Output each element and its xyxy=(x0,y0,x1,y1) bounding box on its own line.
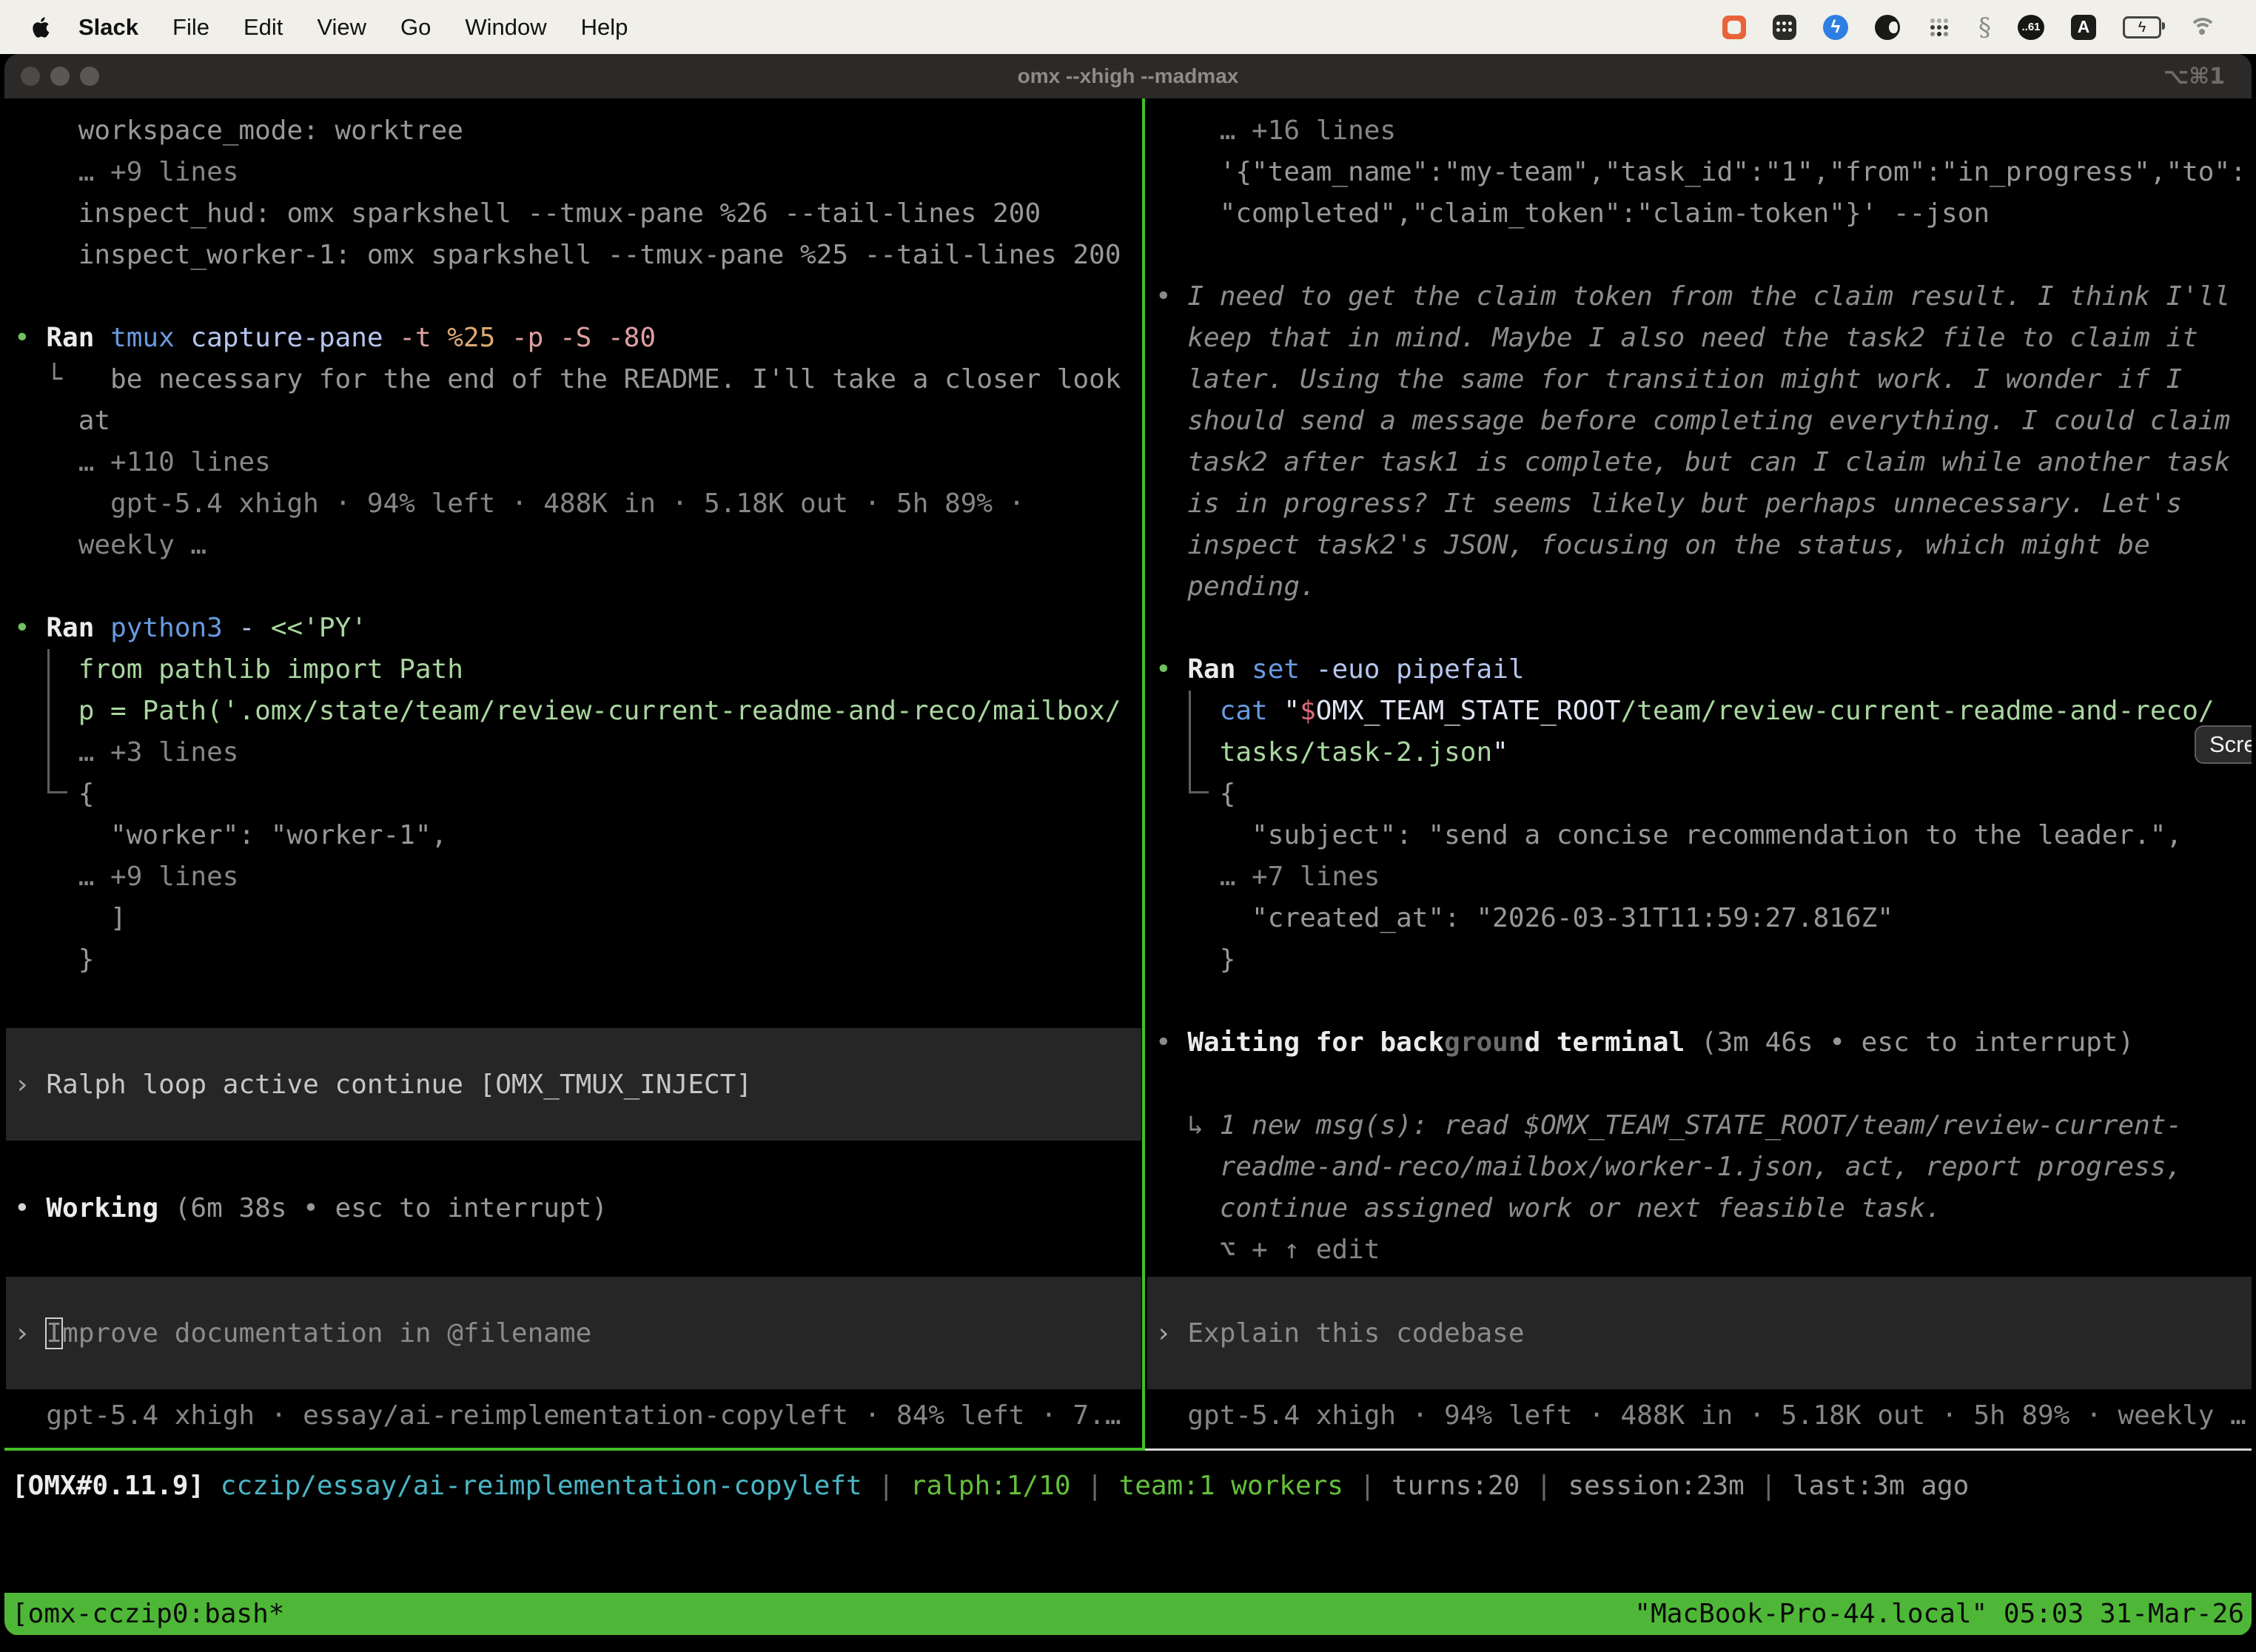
screen-overlay-button[interactable]: Scre xyxy=(2195,725,2252,764)
terminal-line xyxy=(1147,981,2252,1022)
terminal-line: '{"team_name":"my-team","task_id":"1","f… xyxy=(1147,152,2252,193)
percent-badge-icon[interactable]: ..61 xyxy=(2018,15,2044,40)
terminal-line: cat "$OMX_TEAM_STATE_ROOT/team/review-cu… xyxy=(1147,691,2252,732)
assistant-icon[interactable]: A xyxy=(2071,15,2096,40)
terminal-line: "completed","claim_token":"claim-token"}… xyxy=(1147,193,2252,235)
terminal-content: workspace_mode: worktree … +9 lines insp… xyxy=(4,98,2252,1636)
menu-bar: Slack File Edit View Go Window Help ϟ § … xyxy=(0,0,2256,54)
terminal-line: ] xyxy=(6,898,1141,939)
terminal-line: keep that in mind. Maybe I also need the… xyxy=(1147,318,2252,359)
terminal-line: gpt-5.4 xhigh · 94% left · 488K in · 5.1… xyxy=(1147,1395,2252,1437)
ralph-loop-banner: › Ralph loop active continue [OMX_TMUX_I… xyxy=(6,1028,1141,1141)
terminal-line: } xyxy=(6,939,1141,981)
terminal-line: inspect_hud: omx sparkshell --tmux-pane … xyxy=(6,193,1141,235)
terminal-line xyxy=(6,1229,1141,1271)
terminal-line: "created_at": "2026-03-31T11:59:27.816Z" xyxy=(1147,898,2252,939)
menu-item-go[interactable]: Go xyxy=(400,14,431,41)
terminal-line: is in progress? It seems likely but perh… xyxy=(1147,483,2252,525)
apple-menu-icon[interactable] xyxy=(31,16,50,38)
indent-guide xyxy=(47,649,67,793)
tmux-status-bar: [omx-cczip0:bash* "MacBook-Pro-44.local"… xyxy=(4,1593,2252,1635)
terminal-line: ↳ 1 new msg(s): read $OMX_TEAM_STATE_ROO… xyxy=(1147,1105,2252,1146)
terminal-line: later. Using the same for transition mig… xyxy=(1147,359,2252,400)
terminal-line xyxy=(6,276,1141,318)
pane-divider-bottom-right xyxy=(1145,1448,2252,1451)
squiggle-icon[interactable]: § xyxy=(1978,14,1991,41)
terminal-line: inspect_worker-1: omx sparkshell --tmux-… xyxy=(6,235,1141,276)
window-title-bar[interactable]: omx --xhigh --madmax ⌥⌘1 xyxy=(4,54,2252,98)
terminal-line: … +16 lines xyxy=(1147,110,2252,152)
menu-item-edit[interactable]: Edit xyxy=(244,14,283,41)
terminal-line: at xyxy=(6,400,1141,442)
keypad-icon[interactable] xyxy=(1773,14,1796,41)
moon-focus-icon[interactable] xyxy=(1875,14,1900,41)
pane-divider-vertical[interactable] xyxy=(1142,98,1145,1451)
terminal-line: … +110 lines xyxy=(6,442,1141,483)
terminal-line: … +7 lines xyxy=(1147,856,2252,898)
terminal-line xyxy=(6,1146,1141,1188)
terminal-line: } xyxy=(1147,939,2252,981)
menu-item-window[interactable]: Window xyxy=(465,14,546,41)
terminal-line: ⌥ + ↑ edit xyxy=(1147,1229,2252,1271)
omx-status-line: [OMX#0.11.9] cczip/essay/ai-reimplementa… xyxy=(4,1465,2252,1507)
terminal-line: readme-and-reco/mailbox/worker-1.json, a… xyxy=(1147,1146,2252,1188)
terminal-window: omx --xhigh --madmax ⌥⌘1 workspace_mode:… xyxy=(4,54,2252,1636)
terminal-line: • Ran set -euo pipefail xyxy=(1147,649,2252,691)
menu-app-name[interactable]: Slack xyxy=(78,14,138,41)
terminal-line: tasks/task-2.json" xyxy=(1147,732,2252,773)
terminal-line: gpt-5.4 xhigh · essay/ai-reimplementatio… xyxy=(6,1395,1141,1437)
terminal-line: continue assigned work or next feasible … xyxy=(1147,1188,2252,1229)
prompt-input[interactable]: › Improve documentation in @filename xyxy=(6,1277,1141,1389)
terminal-line: • Working (6m 38s • esc to interrupt) xyxy=(6,1188,1141,1229)
terminal-line: pending. xyxy=(1147,566,2252,608)
terminal-line xyxy=(1147,235,2252,276)
terminal-line: • Ran tmux capture-pane -t %25 -p -S -80 xyxy=(6,318,1141,359)
terminal-line xyxy=(6,566,1141,608)
terminal-line: • Waiting for background terminal (3m 46… xyxy=(1147,1022,2252,1064)
terminal-line: { xyxy=(6,773,1141,815)
terminal-line xyxy=(6,981,1141,1022)
terminal-line: • I need to get the claim token from the… xyxy=(1147,276,2252,318)
terminal-line: … +3 lines xyxy=(6,732,1141,773)
text-cursor: I xyxy=(46,1318,62,1349)
terminal-line: "subject": "send a concise recommendatio… xyxy=(1147,815,2252,856)
terminal-line xyxy=(1147,1064,2252,1105)
terminal-line: └ be necessary for the end of the README… xyxy=(6,359,1141,400)
terminal-line: weekly … xyxy=(6,525,1141,566)
terminal-line: inspect task2's JSON, focusing on the st… xyxy=(1147,525,2252,566)
indent-guide xyxy=(1189,691,1209,793)
terminal-line: p = Path('.omx/state/team/review-current… xyxy=(6,691,1141,732)
terminal-line: workspace_mode: worktree xyxy=(6,110,1141,152)
right-pane[interactable]: … +16 lines '{"team_name":"my-team","tas… xyxy=(1147,98,2252,1448)
terminal-line: { xyxy=(1147,773,2252,815)
sync-app-icon[interactable]: ϟ xyxy=(1823,15,1848,40)
prompt-input[interactable]: › Explain this codebase xyxy=(1147,1277,2252,1389)
pane-divider-bottom-left xyxy=(4,1448,1142,1451)
left-pane[interactable]: workspace_mode: worktree … +9 lines insp… xyxy=(6,98,1141,1448)
battery-icon[interactable]: ϟ xyxy=(2123,14,2161,41)
tmux-session-label: [omx-cczip0:bash* xyxy=(12,1593,284,1635)
menu-item-help[interactable]: Help xyxy=(581,14,628,41)
window-title: omx --xhigh --madmax xyxy=(4,64,2252,88)
terminal-line: task2 after task1 is complete, but can I… xyxy=(1147,442,2252,483)
menu-item-view[interactable]: View xyxy=(317,14,366,41)
screen-overlay-label: Scre xyxy=(2209,731,2252,758)
terminal-line: • Ran python3 - <<'PY' xyxy=(6,608,1141,649)
dots-grid-icon[interactable] xyxy=(1927,14,1952,41)
window-hotkey: ⌥⌘1 xyxy=(2163,64,2225,90)
tmux-host-clock: "MacBook-Pro-44.local" 05:03 31-Mar-26 xyxy=(1634,1593,2244,1635)
wifi-icon[interactable] xyxy=(2188,14,2218,41)
terminal-line: … +9 lines xyxy=(6,152,1141,193)
terminal-line: "worker": "worker-1", xyxy=(6,815,1141,856)
terminal-line: gpt-5.4 xhigh · 94% left · 488K in · 5.1… xyxy=(6,483,1141,525)
terminal-line: from pathlib import Path xyxy=(6,649,1141,691)
terminal-line xyxy=(1147,608,2252,649)
terminal-line: … +9 lines xyxy=(6,856,1141,898)
menu-item-file[interactable]: File xyxy=(172,14,209,41)
screen-share-icon[interactable] xyxy=(1722,14,1746,41)
terminal-line: should send a message before completing … xyxy=(1147,400,2252,442)
